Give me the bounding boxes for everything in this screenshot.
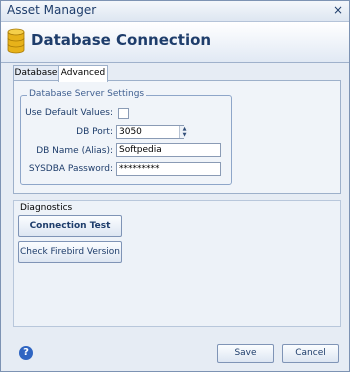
- spin-down-icon[interactable]: ▼: [180, 132, 189, 138]
- check-firebird-version-button[interactable]: Check Firebird Version: [18, 241, 122, 263]
- password-label: SYSDBA Password:: [28, 164, 113, 174]
- diagnostics-panel: Diagnostics Connection Test Check Firebi…: [13, 200, 341, 327]
- db-name-label: DB Name (Alias):: [36, 146, 113, 156]
- database-icon: [7, 28, 25, 54]
- tab-advanced[interactable]: Advanced: [58, 65, 108, 82]
- help-icon[interactable]: ?: [19, 346, 33, 360]
- use-default-checkbox[interactable]: [118, 108, 129, 119]
- dialog-header: Database Connection: [1, 22, 349, 63]
- server-settings-legend: Database Server Settings: [27, 89, 147, 99]
- db-name-field[interactable]: Softpedia: [116, 143, 221, 157]
- db-port-label: DB Port:: [76, 127, 113, 137]
- port-spinner: ▲ ▼: [179, 126, 189, 138]
- diagnostics-label: Diagnostics: [20, 203, 73, 213]
- cancel-button[interactable]: Cancel: [282, 344, 339, 363]
- connection-test-button[interactable]: Connection Test: [18, 215, 122, 237]
- server-settings-group: Database Server Settings Use Default Val…: [20, 89, 232, 185]
- close-icon[interactable]: ×: [331, 3, 345, 17]
- db-port-value: 3050: [119, 127, 142, 137]
- password-field[interactable]: *********: [116, 162, 221, 176]
- dialog-window: Asset Manager × Database Connection Data…: [0, 0, 350, 372]
- page-title: Database Connection: [31, 31, 212, 49]
- db-port-stepper[interactable]: 3050 ▲ ▼: [116, 125, 189, 139]
- tab-database[interactable]: Database: [13, 65, 59, 81]
- window-title: Asset Manager: [7, 3, 97, 17]
- save-button[interactable]: Save: [217, 344, 274, 363]
- use-default-label: Use Default Values:: [25, 108, 113, 118]
- advanced-tab-panel: Database Server Settings Use Default Val…: [13, 80, 341, 194]
- title-bar[interactable]: Asset Manager ×: [1, 1, 349, 22]
